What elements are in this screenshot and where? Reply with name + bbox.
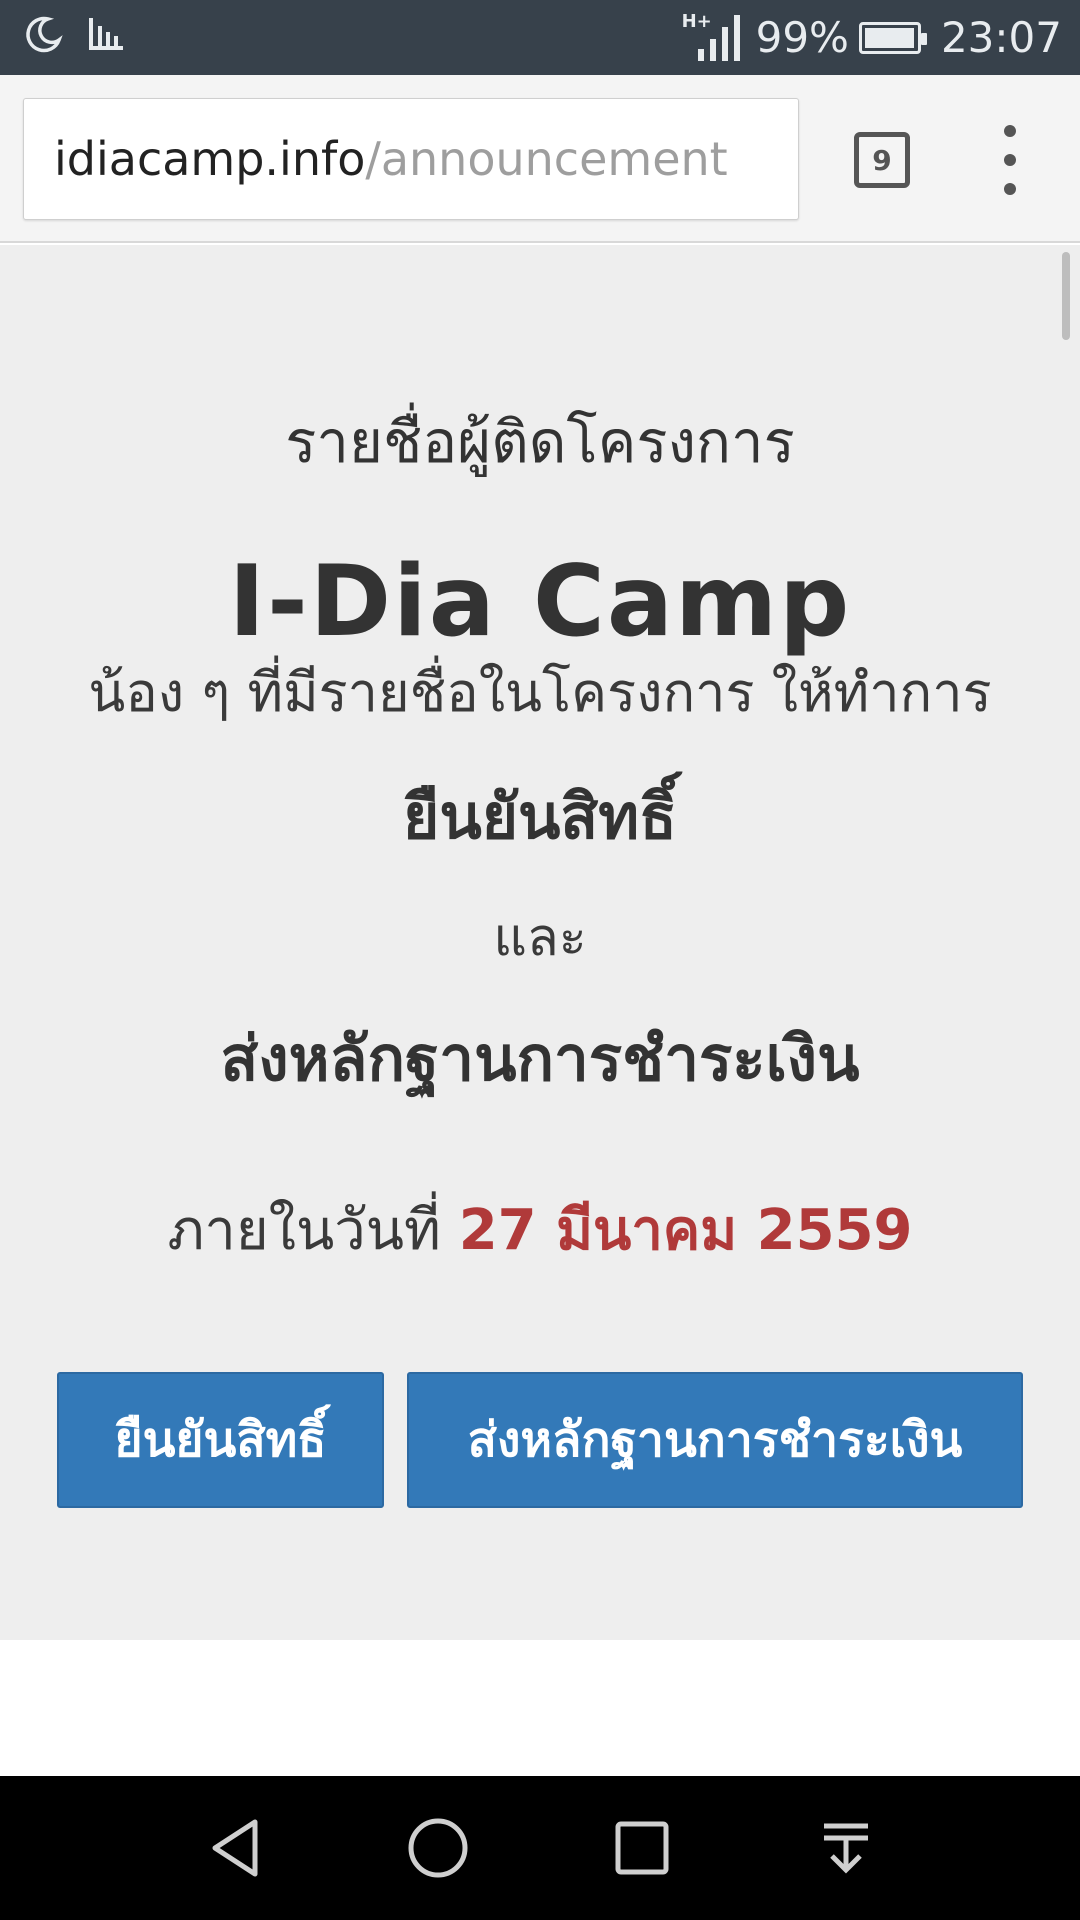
confirm-rights-button[interactable]: ยืนยันสิทธิ์	[57, 1372, 384, 1508]
status-right-icons: H+ 99% 23:07	[682, 0, 1062, 75]
deadline-line: ภายในวันที่ 27 มีนาคม 2559	[0, 1185, 1080, 1274]
scrollbar[interactable]	[1062, 252, 1070, 340]
network-type-label: H+	[681, 10, 712, 32]
action-payment-text: ส่งหลักฐานการชำระเงิน	[220, 1022, 860, 1095]
browser-toolbar: idiacamp.info/announcement 9	[0, 75, 1080, 243]
page-title: I-Dia Camp	[228, 545, 852, 659]
signal-icon: H+	[681, 10, 746, 63]
clock: 23:07	[940, 13, 1062, 62]
menu-dot	[1004, 125, 1016, 137]
page-content: รายชื่อผู้ติดโครงการ I-Dia Camp น้อง ๆ ท…	[0, 245, 1080, 1640]
deadline-prefix: ภายในวันที่	[167, 1198, 441, 1263]
navigation-bar	[0, 1776, 1080, 1920]
back-icon[interactable]	[195, 1808, 275, 1888]
recents-icon[interactable]	[602, 1808, 682, 1888]
battery-icon	[858, 21, 927, 54]
moon-icon	[24, 14, 64, 58]
status-bar: H+ 99% 23:07	[0, 0, 1080, 75]
overflow-menu-icon[interactable]	[990, 125, 1030, 195]
status-left-icons	[24, 14, 126, 58]
url-path: /announcement	[365, 132, 728, 186]
deadline-date: 27 มีนาคม 2559	[458, 1198, 913, 1263]
menu-dot	[1004, 183, 1016, 195]
tab-switcher-button[interactable]: 9	[854, 132, 910, 188]
notification-pull-icon[interactable]	[806, 1808, 886, 1888]
url-bar[interactable]: idiacamp.info/announcement	[23, 98, 799, 220]
url-host: idiacamp.info	[54, 132, 366, 186]
stats-icon	[86, 14, 126, 58]
announcement-subtitle: รายชื่อผู้ติดโครงการ	[285, 408, 795, 476]
battery-fill	[864, 27, 915, 48]
home-icon[interactable]	[398, 1808, 478, 1888]
battery-percent: 99%	[755, 13, 849, 62]
conjunction-text: และ	[493, 908, 587, 968]
submit-payment-button[interactable]: ส่งหลักฐานการชำระเงิน	[407, 1372, 1023, 1508]
submit-payment-button-label: ส่งหลักฐานการชำระเงิน	[467, 1412, 963, 1468]
tab-count-label: 9	[872, 143, 892, 177]
announcement-intro: น้อง ๆ ที่มีรายชื่อในโครงการ ให้ทำการ	[88, 661, 992, 724]
confirm-rights-button-label: ยืนยันสิทธิ์	[114, 1412, 327, 1468]
action-confirm-text: ยืนยันสิทธิ์	[403, 780, 677, 853]
menu-dot	[1004, 154, 1016, 166]
